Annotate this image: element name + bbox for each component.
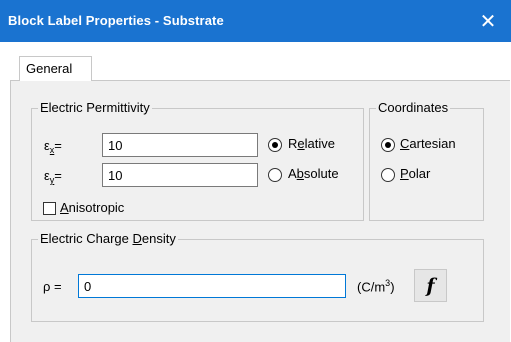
cartesian-label[interactable]: Cartesian xyxy=(400,136,456,151)
tab-general-label: General xyxy=(26,61,73,76)
close-icon[interactable]: ✕ xyxy=(465,0,511,42)
epsilon-y-label: εy= xyxy=(44,168,62,185)
polar-label[interactable]: Polar xyxy=(400,166,430,181)
coordinates-group: Coordinates xyxy=(369,101,484,221)
absolute-radio[interactable] xyxy=(268,168,282,182)
title-bar: Block Label Properties - Substrate ✕ xyxy=(0,0,511,42)
anisotropic-checkbox[interactable] xyxy=(43,202,56,215)
function-button[interactable]: f xyxy=(414,269,447,302)
cartesian-radio[interactable] xyxy=(381,138,395,152)
tab-general[interactable]: General xyxy=(19,56,92,81)
tab-panel: Electric Permittivity εx= εy= Relative A… xyxy=(10,80,510,342)
relative-label[interactable]: Relative xyxy=(288,136,335,151)
rho-label: ρ = xyxy=(43,279,62,294)
relative-radio[interactable] xyxy=(268,138,282,152)
window-title: Block Label Properties - Substrate xyxy=(8,13,224,28)
absolute-label[interactable]: Absolute xyxy=(288,166,339,181)
epsilon-x-label: εx= xyxy=(44,138,62,155)
permittivity-legend: Electric Permittivity xyxy=(40,100,150,115)
coordinates-legend: Coordinates xyxy=(378,100,449,115)
anisotropic-label[interactable]: Anisotropic xyxy=(60,200,124,215)
charge-density-unit: (C/m3) xyxy=(357,278,395,295)
epsilon-x-equals: = xyxy=(54,138,62,153)
epsilon-x-field[interactable] xyxy=(102,133,258,157)
polar-radio[interactable] xyxy=(381,168,395,182)
charge-density-field[interactable] xyxy=(78,274,346,298)
charge-density-legend: Electric Charge Density xyxy=(40,231,176,246)
epsilon-y-field[interactable] xyxy=(102,163,258,187)
epsilon-y-equals: = xyxy=(54,168,62,183)
